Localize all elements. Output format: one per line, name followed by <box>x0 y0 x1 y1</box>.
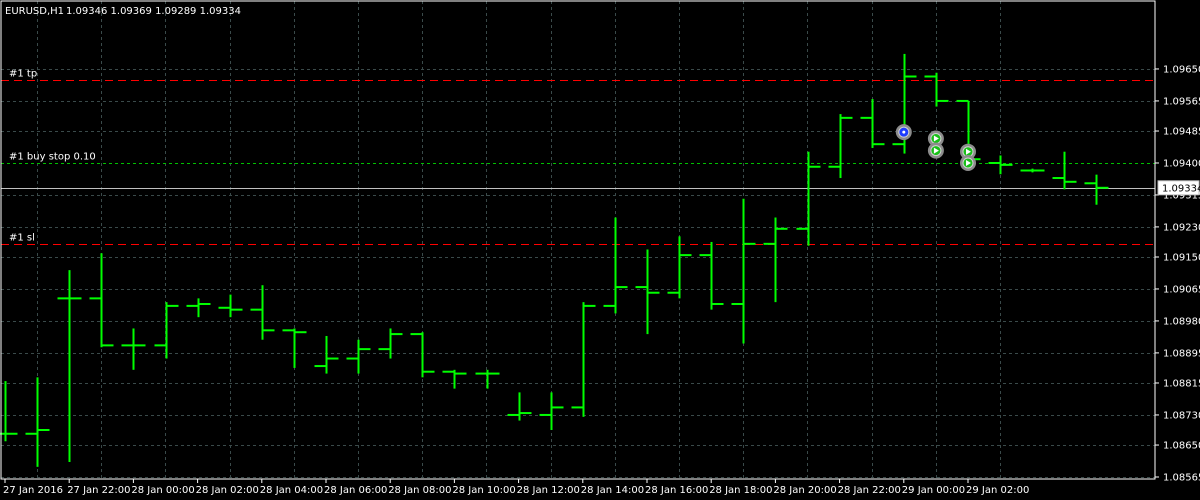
x-tick-label: 28 Jan 16:00 <box>645 485 708 496</box>
x-tick-label: 28 Jan 22:00 <box>838 485 901 496</box>
x-tick-label: 28 Jan 00:00 <box>131 485 194 496</box>
y-tick-label: 1.09400 <box>1163 158 1200 169</box>
y-tick-label: 1.09485 <box>1163 127 1200 138</box>
bid-price-label: 1.09334 <box>1162 183 1200 194</box>
x-tick-label: 28 Jan 14:00 <box>581 485 644 496</box>
x-tick-label: 29 Jan 02:00 <box>966 485 1029 496</box>
level-label-tp: #1 tp <box>9 69 37 80</box>
trade-marker-green <box>927 142 944 159</box>
x-tick-label: 28 Jan 12:00 <box>517 485 580 496</box>
x-tick-label: 28 Jan 18:00 <box>709 485 772 496</box>
level-label-sl: #1 sl <box>9 233 35 244</box>
x-tick-label: 27 Jan 2016 <box>3 485 63 496</box>
y-tick-label: 1.09230 <box>1163 222 1200 233</box>
x-tick-label: 28 Jan 04:00 <box>260 485 323 496</box>
y-tick-label: 1.08895 <box>1163 348 1200 359</box>
level-label-buy-stop: #1 buy stop 0.10 <box>9 152 96 163</box>
y-tick-label: 1.08650 <box>1163 441 1200 452</box>
y-tick-label: 1.08980 <box>1163 316 1200 327</box>
y-tick-label: 1.09565 <box>1163 96 1200 107</box>
x-tick-label: 28 Jan 06:00 <box>324 485 387 496</box>
trade-marker-green <box>960 154 976 171</box>
x-tick-label: 28 Jan 02:00 <box>196 485 259 496</box>
x-tick-label: 28 Jan 08:00 <box>388 485 451 496</box>
x-tick-label: 28 Jan 10:00 <box>452 485 515 496</box>
trade-marker-blue <box>895 124 912 141</box>
x-tick-label: 27 Jan 22:00 <box>67 485 130 496</box>
chart-background <box>0 0 1200 500</box>
x-tick-label: 28 Jan 20:00 <box>773 485 836 496</box>
y-tick-label: 1.09650 <box>1163 64 1200 75</box>
chart-symbol: EURUSD,H1 <box>5 6 64 17</box>
x-tick-label: 29 Jan 00:00 <box>902 485 965 496</box>
y-tick-label: 1.08565 <box>1163 473 1200 484</box>
y-tick-label: 1.08815 <box>1163 378 1200 389</box>
y-tick-label: 1.09065 <box>1163 284 1200 295</box>
chart-ohlc-readout: 1.09346 1.09369 1.09289 1.09334 <box>66 6 241 17</box>
chart-window[interactable]: #1 tp #1 buy stop 0.10 #1 sl 1.09650 1.0956… <box>0 0 1200 500</box>
marker-center <box>902 130 906 134</box>
ohlc-chart[interactable]: #1 tp #1 buy stop 0.10 #1 sl 1.09650 1.0956… <box>0 0 1200 500</box>
y-tick-label: 1.08730 <box>1163 410 1200 421</box>
y-tick-label: 1.09150 <box>1163 253 1200 264</box>
